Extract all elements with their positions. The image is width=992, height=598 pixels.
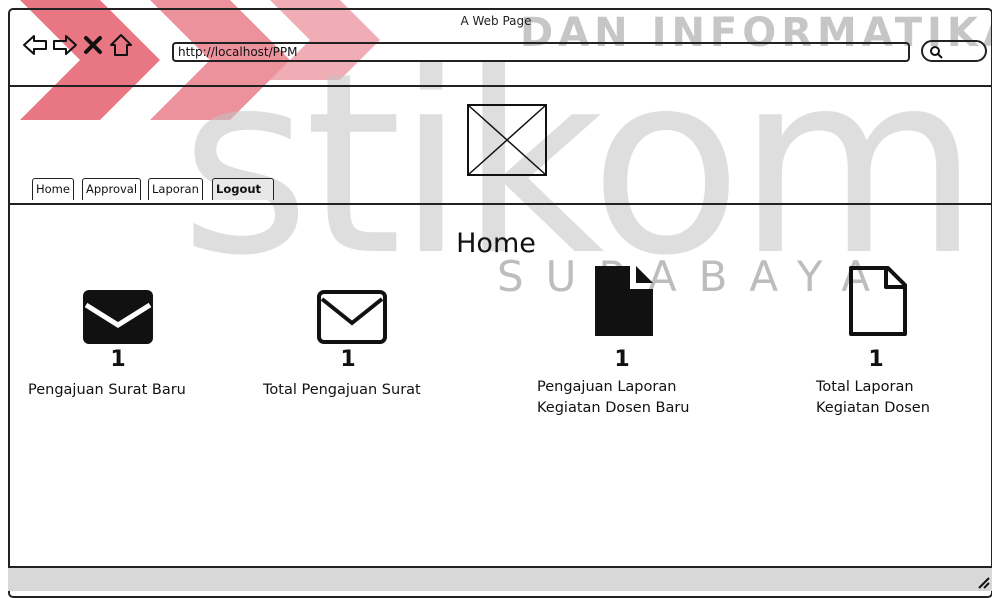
stat-label: Pengajuan Surat Baru bbox=[28, 382, 186, 398]
stat-label-line: Kegiatan Dosen Baru bbox=[537, 400, 690, 416]
address-bar[interactable] bbox=[172, 42, 910, 62]
stat-count: 1 bbox=[868, 347, 884, 372]
resize-grip-icon[interactable] bbox=[976, 575, 990, 589]
logo-placeholder-image bbox=[467, 104, 547, 176]
stat-card-pengajuan-laporan-baru[interactable]: 1 Pengajuan Laporan Kegiatan Dosen Baru bbox=[537, 265, 757, 425]
stat-count: 1 bbox=[340, 347, 356, 372]
stat-card-total-laporan[interactable]: 1 Total Laporan Kegiatan Dosen bbox=[816, 265, 992, 425]
document-outline-icon bbox=[849, 266, 907, 336]
window-title: A Web Page bbox=[460, 14, 532, 28]
stat-count: 1 bbox=[614, 347, 630, 372]
back-arrow-icon[interactable] bbox=[22, 32, 48, 58]
search-icon bbox=[930, 46, 943, 59]
stat-label-line: Pengajuan Laporan bbox=[537, 379, 677, 395]
tab-laporan[interactable]: Laporan bbox=[148, 178, 203, 200]
stat-count: 1 bbox=[110, 347, 126, 372]
content-divider bbox=[8, 203, 992, 205]
stat-card-total-pengajuan-surat[interactable]: 1 Total Pengajuan Surat bbox=[263, 285, 483, 415]
forward-arrow-icon[interactable] bbox=[52, 32, 78, 58]
tab-home[interactable]: Home bbox=[32, 178, 74, 200]
close-icon[interactable] bbox=[82, 32, 104, 58]
tab-approval[interactable]: Approval bbox=[82, 178, 142, 200]
stat-card-pengajuan-surat-baru[interactable]: 1 Pengajuan Surat Baru bbox=[28, 285, 248, 415]
envelope-outline-icon bbox=[317, 290, 387, 344]
toolbar-divider bbox=[8, 85, 992, 87]
page-title: Home bbox=[456, 228, 536, 259]
status-bar bbox=[8, 566, 992, 591]
stat-label-line: Total Laporan bbox=[816, 379, 914, 395]
stat-label-line: Kegiatan Dosen bbox=[816, 400, 930, 416]
stat-label: Total Laporan Kegiatan Dosen bbox=[816, 377, 992, 419]
envelope-filled-icon bbox=[83, 290, 153, 344]
tab-logout[interactable]: Logout bbox=[212, 178, 274, 200]
search-input[interactable] bbox=[921, 40, 987, 62]
stat-label: Pengajuan Laporan Kegiatan Dosen Baru bbox=[537, 377, 757, 419]
home-icon[interactable] bbox=[108, 32, 134, 58]
stat-label: Total Pengajuan Surat bbox=[263, 382, 421, 398]
document-filled-icon bbox=[595, 266, 653, 336]
